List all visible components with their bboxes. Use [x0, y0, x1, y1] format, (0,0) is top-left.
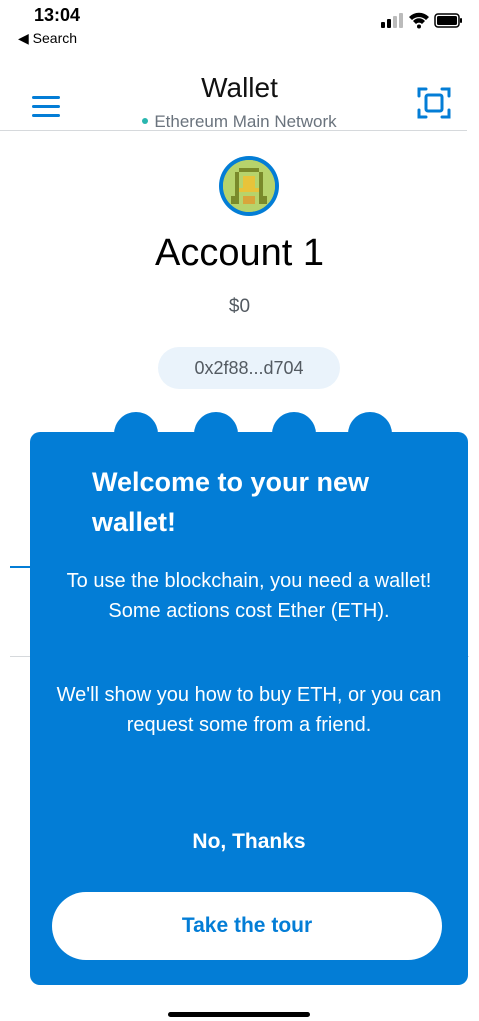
account-balance: $0: [228, 296, 251, 317]
welcome-tooltip-modal: Welcome to your new wallet! To use the b…: [30, 432, 468, 985]
wifi-icon: [409, 12, 429, 29]
header-divider: [0, 130, 467, 131]
wallet-screen: 13:04 ◀ Search Wallet Ethereum Main Netw…: [0, 0, 479, 1021]
status-time: 13:04: [34, 5, 81, 25]
modal-paragraph-2: We'll show you how to buy ETH, or you ca…: [56, 684, 442, 736]
qr-scan-icon[interactable]: [417, 86, 451, 120]
modal-title: Welcome to your new wallet!: [92, 467, 370, 537]
account-avatar[interactable]: [219, 156, 279, 216]
battery-icon: [434, 13, 462, 28]
home-indicator[interactable]: [168, 1012, 310, 1017]
page-title: Wallet: [201, 72, 278, 103]
account-address-pill[interactable]: 0x2f88...d704: [158, 347, 340, 389]
no-thanks-button[interactable]: No, Thanks: [30, 830, 468, 854]
take-the-tour-button[interactable]: Take the tour: [52, 892, 442, 960]
network-name: Ethereum Main Network: [154, 112, 337, 131]
network-status-dot: [142, 117, 149, 124]
identicon: [223, 160, 275, 212]
network-indicator[interactable]: Ethereum Main Network: [0, 112, 479, 132]
account-name[interactable]: Account 1: [0, 232, 479, 275]
back-to-search-link[interactable]: ◀ Search: [18, 30, 77, 47]
cellular-signal-icon: [381, 13, 403, 28]
status-icons: [381, 12, 462, 29]
modal-paragraph-1: To use the blockchain, you need a wallet…: [66, 570, 432, 622]
